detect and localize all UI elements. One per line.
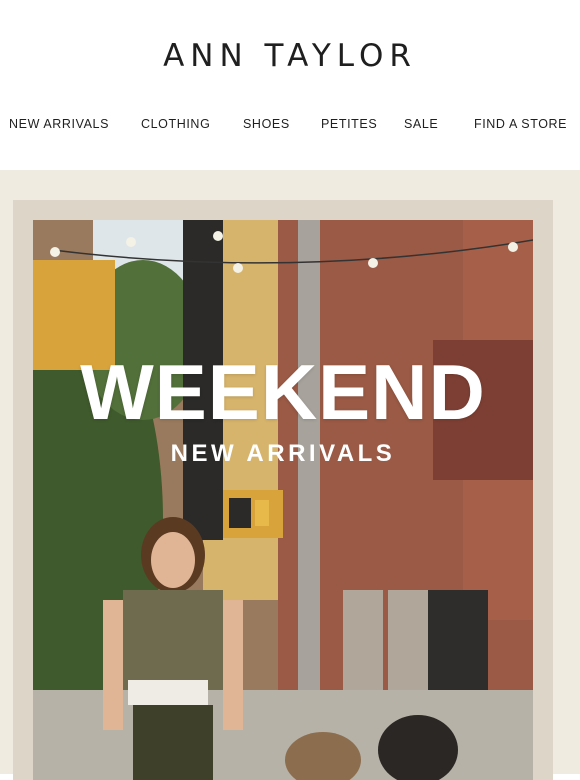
nav-item-shoes[interactable]: SHOES <box>243 117 290 131</box>
hero-frame: WEEKEND NEW ARRIVALS <box>13 200 553 780</box>
email-header: ANN TAYLOR NEW ARRIVALS CLOTHING SHOES P… <box>0 0 580 170</box>
nav-item-new-arrivals[interactable]: NEW ARRIVALS <box>9 117 109 131</box>
street-scene-illustration <box>33 220 533 780</box>
nav-item-clothing[interactable]: CLOTHING <box>141 117 210 131</box>
nav-item-find-a-store[interactable]: FIND A STORE <box>474 117 567 131</box>
main-nav: NEW ARRIVALS CLOTHING SHOES PETITES SALE… <box>0 117 580 133</box>
hero-section: WEEKEND NEW ARRIVALS <box>0 170 580 780</box>
nav-item-petites[interactable]: PETITES <box>321 117 377 131</box>
hero-headline: WEEKEND <box>80 348 486 436</box>
hero-image[interactable]: WEEKEND NEW ARRIVALS <box>33 220 533 780</box>
hero-subheadline: NEW ARRIVALS <box>170 440 396 467</box>
nav-item-sale[interactable]: SALE <box>404 117 438 131</box>
brand-logo[interactable]: ANN TAYLOR <box>0 38 580 74</box>
